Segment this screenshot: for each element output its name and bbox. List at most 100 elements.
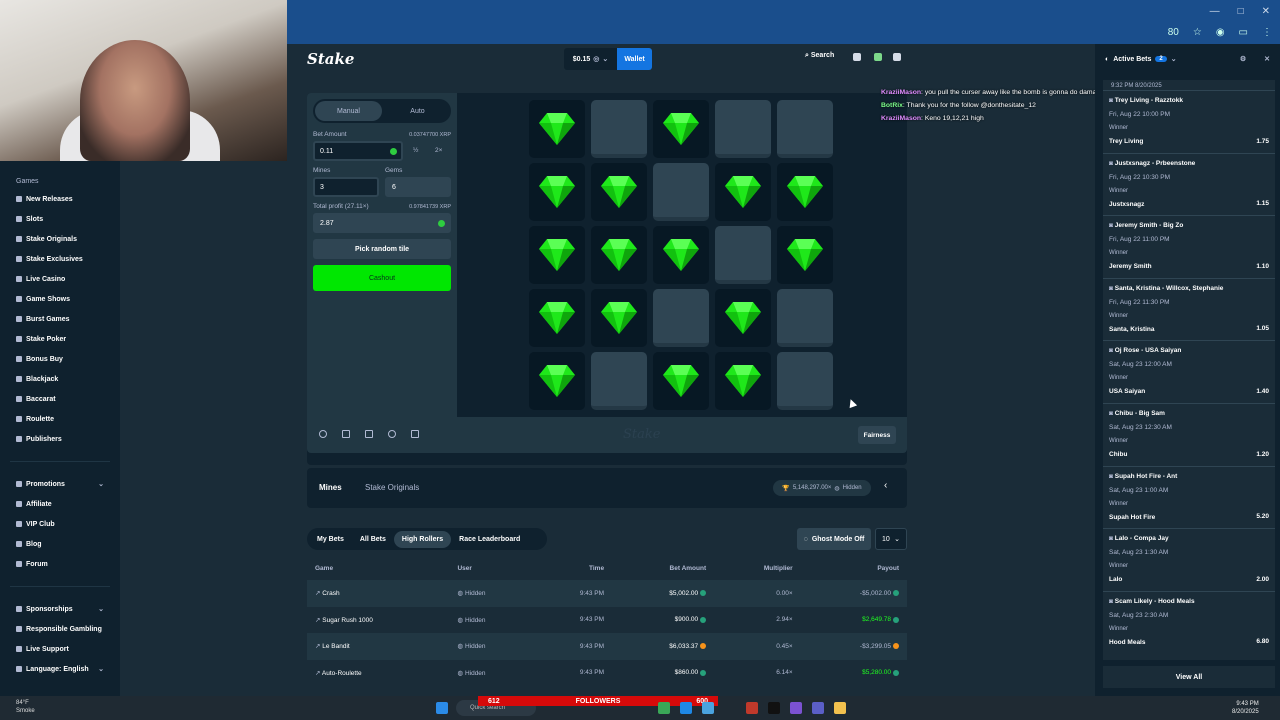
sidebar-item-forum[interactable]: Forum — [0, 554, 120, 574]
wallet-button[interactable]: Wallet — [617, 48, 652, 70]
table-row[interactable]: ↗ Auto-Roulette ◍ Hidden 9:43 PM $860.00 6.1… — [307, 660, 907, 687]
taskbar-clock[interactable]: 9:43 PM 8/20/2025 — [1232, 700, 1259, 716]
sidebar-item-slots[interactable]: Slots — [0, 209, 120, 229]
bet-card[interactable]: ◙ Scam Likely - Hood Meals Sat, Aug 23 2:… — [1103, 590, 1275, 654]
sidebar-item-baccarat[interactable]: Baccarat — [0, 389, 120, 409]
app-icon[interactable] — [768, 702, 780, 714]
hidden-tile[interactable] — [777, 100, 833, 158]
bet-card[interactable]: ◙ Lalo - Compa Jay Sat, Aug 23 1:30 AM Win… — [1103, 528, 1275, 591]
chrome-icon[interactable] — [658, 702, 670, 714]
bet-card[interactable]: ◙ Jeremy Smith - Big Zo Fri, Aug 22 11:00… — [1103, 215, 1275, 278]
favourite-icon[interactable] — [388, 430, 396, 438]
bet-card[interactable]: ◙ Justxsnagz - Prbeenstone Fri, Aug 22 10… — [1103, 152, 1275, 216]
gear-icon[interactable]: ⚙ — [1240, 55, 1246, 63]
minimize-icon[interactable]: — — [1210, 6, 1220, 17]
rows-count-select[interactable]: 10 ⌄ — [875, 528, 907, 550]
search-button[interactable]: ⌕ Search — [805, 52, 834, 60]
sidebar-item-responsible-gambling[interactable]: Responsible Gambling — [0, 619, 120, 639]
pick-random-button[interactable]: Pick random tile — [313, 239, 451, 259]
sidebar-toggle-icon[interactable]: ▭ — [1239, 27, 1248, 38]
folder-icon[interactable] — [834, 702, 846, 714]
game-name[interactable]: Sugar Rush 1000 — [322, 617, 373, 624]
chat-icon[interactable] — [893, 53, 901, 61]
balance-selector[interactable]: $0.15 ◎ ⌄ — [564, 48, 617, 70]
half-button[interactable]: ½ — [413, 147, 418, 154]
sidebar-item-sponsorships[interactable]: Sponsorships ⌄ — [0, 599, 120, 619]
game-name[interactable]: Crash — [322, 590, 339, 597]
ghost-mode-button[interactable]: ◌ Ghost Mode Off — [797, 528, 871, 550]
notifications-icon[interactable] — [874, 53, 882, 61]
edge-icon[interactable] — [680, 702, 692, 714]
sidebar-item-stake-originals[interactable]: Stake Originals — [0, 229, 120, 249]
hidden-tile[interactable] — [591, 100, 647, 158]
app-icon[interactable] — [746, 702, 758, 714]
maximize-icon[interactable]: □ — [1238, 6, 1244, 17]
cashout-button[interactable]: Cashout — [313, 265, 451, 291]
menu-icon[interactable]: ⋮ — [1262, 27, 1272, 38]
chevron-left-icon[interactable]: ‹ — [884, 480, 887, 491]
hidden-tile[interactable] — [715, 100, 771, 158]
sidebar-item-game-shows[interactable]: Game Shows — [0, 289, 120, 309]
tab-race-leaderboard[interactable]: Race Leaderboard — [451, 531, 528, 548]
close-window-icon[interactable]: ✕ — [1262, 6, 1270, 17]
leaderboard-pill[interactable]: 🏆 5,148,297.00× ◍ Hidden — [773, 480, 871, 496]
tab-my-bets[interactable]: My Bets — [309, 531, 352, 548]
discord-icon[interactable] — [790, 702, 802, 714]
view-all-button[interactable]: View All — [1103, 666, 1275, 688]
bet-card[interactable]: ◙ Supah Hot Fire - Ant Sat, Aug 23 1:00 A… — [1103, 465, 1275, 529]
star-icon[interactable]: ☆ — [1193, 27, 1202, 38]
sidebar-item-stake-poker[interactable]: Stake Poker — [0, 329, 120, 349]
bet-amount-input[interactable]: 0.11 — [313, 141, 403, 161]
sidebar-item-blackjack[interactable]: Blackjack — [0, 369, 120, 389]
sidebar-item-bonus-buy[interactable]: Bonus Buy — [0, 349, 120, 369]
chevron-down-icon[interactable]: ⌄ — [1171, 55, 1177, 63]
sidebar-item-stake-exclusives[interactable]: Stake Exclusives — [0, 249, 120, 269]
zoom-level[interactable]: 80 — [1168, 27, 1179, 38]
sidebar-item-live-casino[interactable]: Live Casino — [0, 269, 120, 289]
theatre-icon[interactable] — [342, 430, 350, 438]
table-row[interactable]: ↗ Le Bandit ◍ Hidden 9:43 PM $6,033.37 0.45×… — [307, 633, 907, 660]
settings-icon[interactable] — [319, 430, 327, 438]
sidebar-item-publishers[interactable]: Publishers — [0, 429, 120, 449]
extension-icon[interactable]: ◉ — [1216, 27, 1225, 38]
fairness-button[interactable]: Fairness — [858, 426, 896, 444]
active-bets-title[interactable]: Active Bets — [1113, 56, 1151, 63]
store-icon[interactable] — [702, 702, 714, 714]
sidebar-item-language-english[interactable]: Language: English ⌄ — [0, 659, 120, 679]
hidden-tile[interactable] — [777, 352, 833, 410]
hidden-tile[interactable] — [777, 289, 833, 347]
hidden-tile[interactable] — [715, 226, 771, 284]
game-subtitle[interactable]: Stake Originals — [365, 483, 419, 492]
sidebar-item-burst-games[interactable]: Burst Games — [0, 309, 120, 329]
teams-icon[interactable] — [812, 702, 824, 714]
stake-logo[interactable]: Stake — [307, 50, 354, 68]
tab-high-rollers[interactable]: High Rollers — [393, 530, 452, 548]
bet-card[interactable]: ◙ Oj Rose - USA Saiyan Sat, Aug 23 12:00 … — [1103, 340, 1275, 403]
sidebar-item-affiliate[interactable]: Affiliate — [0, 494, 120, 514]
tab-all-bets[interactable]: All Bets — [352, 531, 394, 548]
sidebar-item-blog[interactable]: Blog — [0, 534, 120, 554]
mines-select[interactable]: 3 — [313, 177, 379, 197]
windows-start-icon[interactable] — [436, 702, 448, 714]
mode-auto[interactable]: Auto — [384, 99, 451, 123]
sidebar-item-new-releases[interactable]: New Releases — [0, 189, 120, 209]
sidebar-item-promotions[interactable]: Promotions ⌄ — [0, 474, 120, 494]
bet-card[interactable]: ◙ Santa, Kristina - Willcox, Stephanie Fr… — [1103, 277, 1275, 341]
close-icon[interactable]: ✕ — [1264, 55, 1270, 63]
weather-widget[interactable]: 84°F Smoke — [16, 699, 35, 715]
stats-icon[interactable] — [365, 430, 373, 438]
hidden-tile[interactable] — [591, 352, 647, 410]
bet-card[interactable]: ◙ Chibu - Big Sam Sat, Aug 23 12:30 AM Win… — [1103, 402, 1275, 466]
user-icon[interactable] — [853, 53, 861, 61]
table-row[interactable]: ↗ Crash ◍ Hidden 9:43 PM $5,002.00 0.00× -$5,… — [307, 580, 907, 607]
bet-card[interactable]: ◙ Trey Living - Razztokk Fri, Aug 22 10:0… — [1103, 90, 1275, 153]
table-row[interactable]: ↗ Sugar Rush 1000 ◍ Hidden 9:43 PM $900.00 2… — [307, 607, 907, 634]
mode-manual[interactable]: Manual — [315, 101, 382, 121]
game-name[interactable]: Le Bandit — [322, 643, 349, 650]
sidebar-item-roulette[interactable]: Roulette — [0, 409, 120, 429]
sidebar-item-vip-club[interactable]: VIP Club — [0, 514, 120, 534]
share-icon[interactable] — [411, 430, 419, 438]
hidden-tile[interactable] — [653, 289, 709, 347]
hidden-tile[interactable] — [653, 163, 709, 221]
double-button[interactable]: 2× — [435, 147, 442, 154]
